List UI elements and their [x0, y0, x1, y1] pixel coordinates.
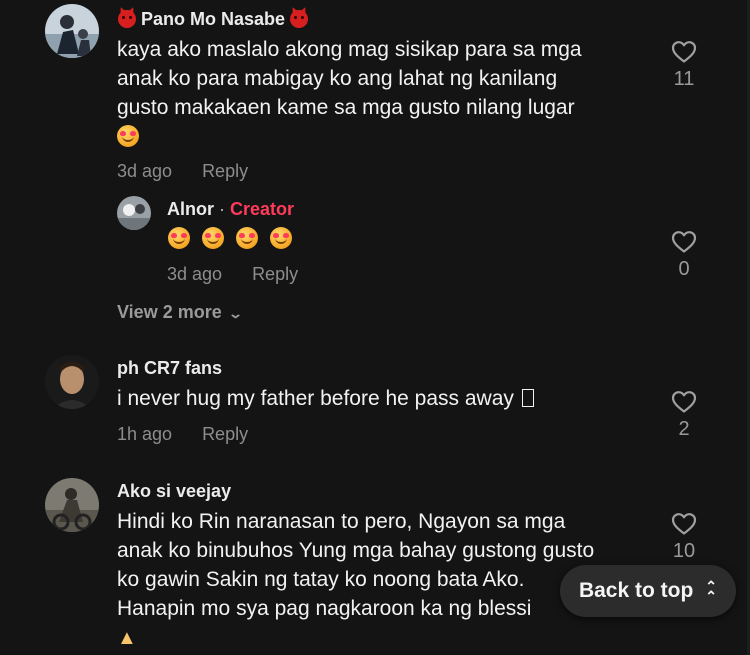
- heart-icon: [671, 513, 697, 535]
- like-count: 2: [678, 418, 690, 440]
- creator-badge: Creator: [230, 199, 295, 219]
- chevron-down-icon: ⌄: [227, 306, 243, 321]
- avatar[interactable]: [45, 355, 99, 409]
- devil-icon: [118, 10, 136, 28]
- avatar[interactable]: [117, 196, 151, 230]
- back-to-top-button[interactable]: Back to top ⌃ ⌃: [560, 565, 736, 617]
- timestamp: 3d ago: [117, 161, 173, 181]
- username[interactable]: Alnor · Creator: [167, 199, 294, 220]
- comment-text: [168, 224, 292, 253]
- like-count: 0: [678, 258, 690, 280]
- like-button[interactable]: 11: [664, 40, 704, 91]
- like-count: 10: [672, 540, 696, 562]
- like-button[interactable]: 10: [664, 512, 704, 563]
- reply-button[interactable]: Reply: [202, 424, 248, 444]
- smiling-face-with-hearts-icon: [201, 227, 224, 249]
- missing-glyph-icon: [521, 389, 534, 407]
- comment-text: i never hug my father before he pass awa…: [117, 384, 534, 413]
- like-button[interactable]: 0: [664, 230, 704, 281]
- devil-icon: [290, 10, 309, 28]
- username[interactable]: Ako si veejay: [117, 481, 231, 502]
- smiling-face-with-hearts-icon: [269, 227, 292, 249]
- heart-icon: [671, 41, 697, 63]
- smiling-face-with-hearts-icon: [235, 227, 258, 249]
- reply-button[interactable]: Reply: [252, 264, 298, 284]
- timestamp: 3d ago: [167, 264, 223, 284]
- comment-text: kaya ako maslalo akong mag sisikap para …: [117, 35, 582, 151]
- comment-meta: 3d ago Reply: [167, 264, 298, 285]
- folded-hands-icon: ▲: [117, 627, 137, 649]
- comment-meta: 3d ago Reply: [117, 161, 248, 182]
- username[interactable]: ph CR7 fans: [117, 358, 222, 379]
- avatar[interactable]: [45, 4, 99, 58]
- heart-icon: [671, 391, 697, 413]
- double-chevron-up-icon: ⌃ ⌃: [705, 578, 718, 604]
- view-more-replies-button[interactable]: View 2 more ⌄: [117, 302, 243, 323]
- comment-text: Hindi ko Rin naranasan to pero, Ngayon s…: [117, 507, 594, 653]
- reply-button[interactable]: Reply: [202, 161, 248, 181]
- heart-icon: [671, 231, 697, 253]
- smiling-face-with-hearts-icon: [168, 227, 190, 249]
- avatar[interactable]: [45, 478, 99, 532]
- like-count: 11: [673, 68, 695, 90]
- timestamp: 1h ago: [117, 424, 173, 444]
- comment-meta: 1h ago Reply: [117, 424, 248, 445]
- username[interactable]: Pano Mo Nasabe: [118, 9, 309, 30]
- smiling-face-with-hearts-icon: [117, 125, 139, 147]
- like-button[interactable]: 2: [664, 390, 704, 441]
